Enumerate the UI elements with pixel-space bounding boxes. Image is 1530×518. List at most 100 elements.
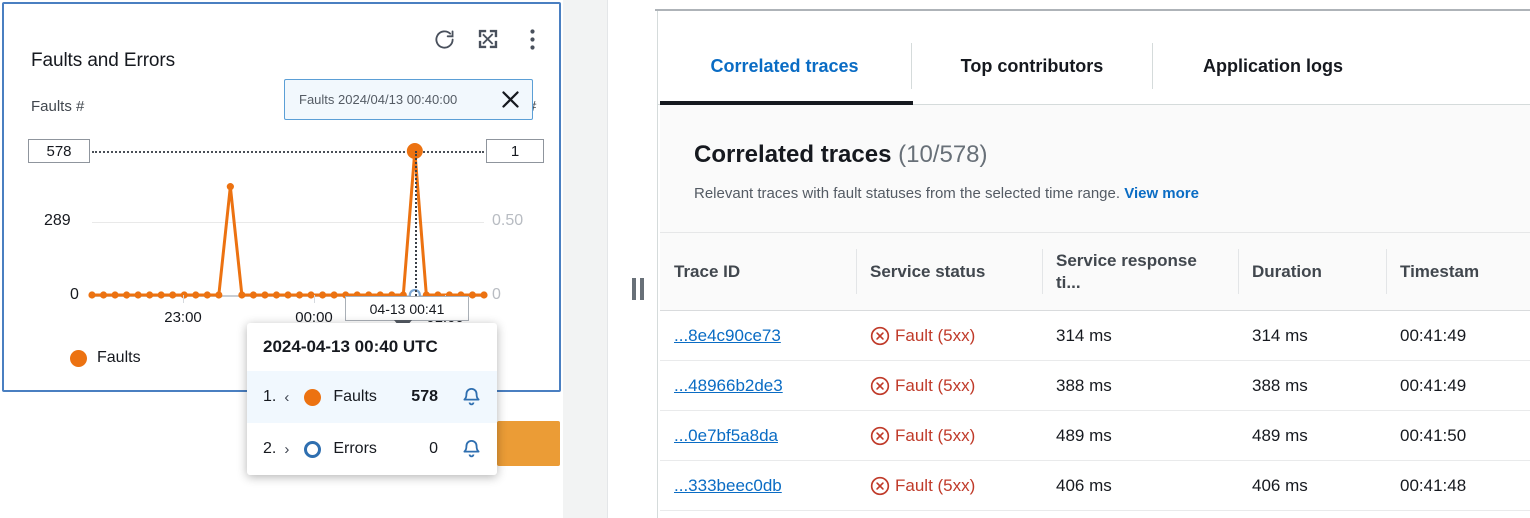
cell-duration: 406 ms	[1238, 476, 1386, 496]
column-header-timestamp[interactable]: Timestam	[1386, 233, 1530, 310]
trace-id-link[interactable]: ...8e4c90ce73	[674, 326, 781, 346]
filter-chip-label: Faults 2024/04/13 00:40:00	[299, 92, 457, 107]
cell-service-response-time: 489 ms	[1042, 426, 1238, 446]
y-axis-tick-289: 289	[44, 212, 71, 230]
table-row[interactable]: ...333beec0dbFault (5xx)406 ms406 ms00:4…	[660, 461, 1530, 511]
chart-datapoint-tooltip: 2024-04-13 00:40 UTC 1. ‹ Faults 578 2. …	[247, 323, 497, 475]
cell-timestamp: 00:41:50	[1386, 426, 1530, 446]
screen-root: Faults and Errors Faults # # Faults 2024…	[0, 0, 1530, 518]
tab-top-contributors[interactable]: Top contributors	[912, 29, 1152, 103]
status-label: Fault (5xx)	[895, 476, 975, 496]
cell-service-status: Fault (5xx)	[856, 426, 1042, 446]
column-header-service-response-time[interactable]: Service response ti...	[1042, 233, 1238, 310]
trace-id-link[interactable]: ...48966b2de3	[674, 376, 783, 396]
legend-label-faults: Faults	[97, 349, 141, 367]
resize-handle-icon[interactable]	[632, 278, 650, 300]
x-axis-tick	[183, 295, 184, 303]
status-label: Fault (5xx)	[895, 326, 975, 346]
series-canvas	[92, 134, 484, 299]
close-icon[interactable]	[496, 86, 524, 114]
tooltip-row-index: 2.	[263, 440, 276, 458]
more-options-icon[interactable]	[519, 26, 545, 52]
series-marker-errors	[304, 441, 321, 458]
cell-service-status: Fault (5xx)	[856, 376, 1042, 396]
column-header-duration[interactable]: Duration	[1238, 233, 1386, 310]
x-axis-tick	[314, 295, 315, 303]
chart-legend[interactable]: Faults	[70, 349, 141, 367]
tooltip-series-value: 578	[411, 388, 438, 406]
bell-icon[interactable]	[460, 438, 483, 461]
cell-service-status: Fault (5xx)	[856, 476, 1042, 496]
table-row[interactable]: ...0e7bf5a8daFault (5xx)489 ms489 ms00:4…	[660, 411, 1530, 461]
tooltip-series-name: Faults	[333, 388, 377, 406]
cell-service-response-time: 388 ms	[1042, 376, 1238, 396]
bell-icon[interactable]	[460, 386, 483, 409]
table-header-row: Trace ID Service status Service response…	[660, 233, 1530, 311]
panel-container: Correlated traces Top contributors Appli…	[657, 11, 1530, 518]
cell-trace-id: ...48966b2de3	[660, 376, 856, 396]
tooltip-title: 2024-04-13 00:40 UTC	[247, 323, 497, 371]
tab-bar: Correlated traces Top contributors Appli…	[658, 29, 1530, 103]
cell-timestamp: 00:41:49	[1386, 326, 1530, 346]
legend-swatch-faults	[70, 350, 87, 367]
widget-title: Faults and Errors	[31, 50, 175, 72]
table-body: ...8e4c90ce73Fault (5xx)314 ms314 ms00:4…	[660, 311, 1530, 511]
cell-trace-id: ...0e7bf5a8da	[660, 426, 856, 446]
traces-table: Trace ID Service status Service response…	[660, 233, 1530, 511]
cell-duration: 489 ms	[1238, 426, 1386, 446]
status-label: Fault (5xx)	[895, 426, 975, 446]
y2-axis-tick-050: 0.50	[492, 212, 523, 230]
view-more-link[interactable]: View more	[1124, 185, 1199, 202]
table-row[interactable]: ...8e4c90ce73Fault (5xx)314 ms314 ms00:4…	[660, 311, 1530, 361]
table-row[interactable]: ...48966b2de3Fault (5xx)388 ms388 ms00:4…	[660, 361, 1530, 411]
cell-service-response-time: 406 ms	[1042, 476, 1238, 496]
orange-action-button[interactable]	[497, 421, 560, 466]
tooltip-row-errors[interactable]: 2. › Errors 0	[247, 423, 497, 475]
cursor-time-label: 04-13 00:41	[345, 296, 469, 321]
correlated-traces-pane: Correlated traces Top contributors Appli…	[655, 0, 1530, 518]
cursor-indicator-line	[415, 151, 417, 296]
cell-timestamp: 00:41:48	[1386, 476, 1530, 496]
cell-duration: 388 ms	[1238, 376, 1386, 396]
trace-id-link[interactable]: ...0e7bf5a8da	[674, 426, 778, 446]
panel-heading-text: Correlated traces	[694, 141, 891, 168]
tab-application-logs[interactable]: Application logs	[1153, 29, 1393, 103]
status-label: Fault (5xx)	[895, 376, 975, 396]
cell-trace-id: ...8e4c90ce73	[660, 326, 856, 346]
tooltip-row-index: 1.	[263, 388, 276, 406]
status-badge: Fault (5xx)	[870, 376, 975, 396]
chevron-right-icon: ›	[284, 441, 296, 458]
x-axis-label: 23:00	[164, 309, 202, 326]
tooltip-series-value: 0	[429, 440, 438, 458]
cell-trace-id: ...333beec0db	[660, 476, 856, 496]
tooltip-row-faults[interactable]: 1. ‹ Faults 578	[247, 371, 497, 423]
trace-id-link[interactable]: ...333beec0db	[674, 476, 782, 496]
threshold-value-left: 578	[28, 139, 90, 163]
column-header-service-status[interactable]: Service status	[856, 233, 1042, 310]
status-badge: Fault (5xx)	[870, 326, 975, 346]
enlarge-icon[interactable]	[475, 26, 501, 52]
panel-heading: Correlated traces (10/578)	[694, 141, 988, 169]
filter-chip[interactable]: Faults 2024/04/13 00:40:00	[284, 79, 533, 120]
widget-actions	[431, 26, 545, 52]
chevron-left-icon: ‹	[284, 389, 296, 406]
chart-pane: Faults and Errors Faults # # Faults 2024…	[0, 0, 563, 518]
column-header-trace-id[interactable]: Trace ID	[660, 233, 856, 310]
panel-description-text: Relevant traces with fault statuses from…	[694, 185, 1120, 202]
panel-description: Relevant traces with fault statuses from…	[694, 185, 1199, 202]
tooltip-series-name: Errors	[333, 440, 377, 458]
tab-correlated-traces[interactable]: Correlated traces	[658, 29, 911, 103]
series-marker-faults	[304, 389, 321, 406]
status-badge: Fault (5xx)	[870, 476, 975, 496]
left-axis-title: Faults #	[31, 98, 84, 115]
threshold-value-right: 1	[486, 139, 544, 163]
refresh-icon[interactable]	[431, 26, 457, 52]
panel-result-count: (10/578)	[898, 141, 987, 168]
cell-service-status: Fault (5xx)	[856, 326, 1042, 346]
cell-service-response-time: 314 ms	[1042, 326, 1238, 346]
cell-timestamp: 00:41:49	[1386, 376, 1530, 396]
status-badge: Fault (5xx)	[870, 426, 975, 446]
pane-gap-shade	[563, 0, 608, 518]
cell-duration: 314 ms	[1238, 326, 1386, 346]
panel-header: Correlated traces (10/578) Relevant trac…	[660, 105, 1530, 233]
